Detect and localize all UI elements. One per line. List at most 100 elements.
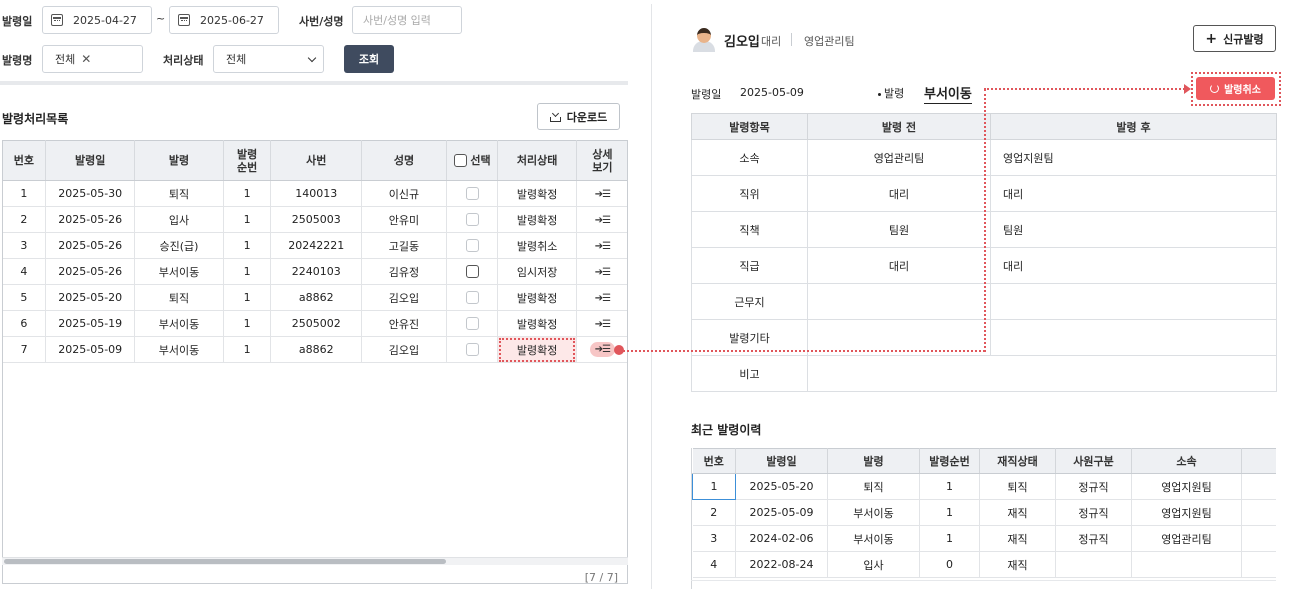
detail-after [990,319,1277,356]
history-row[interactable]: 2 2025-05-09 부서이동 1 재직 정규직 영업지원팀 [692,499,1276,526]
row-checkbox[interactable] [465,343,479,357]
cell-select[interactable] [446,336,499,363]
cell-select[interactable] [446,310,499,337]
cancel-highlight-frame: 발령취소 [1191,72,1281,106]
detail-view-icon[interactable]: ➔☰ [595,189,611,200]
cell-no: 6 [2,310,47,337]
cell-select[interactable] [446,232,499,259]
date-range-separator: ~ [156,12,166,25]
col-header-seq: 발령순번 [919,448,980,474]
cell-kind: 정규직 [1055,473,1132,500]
table-row[interactable]: 3 2025-05-26 승진(급) 1 20242221 고길동 발령취소 ➔… [2,232,628,259]
select-all-checkbox[interactable] [453,154,467,168]
status-filter-label: 처리상태 [163,54,204,67]
cell-no: 1 [2,180,47,207]
cell-select[interactable] [446,206,499,233]
cell-emp-no: a8862 [270,336,363,363]
bullet-icon [878,92,881,96]
cell-status: 발령확정 [497,180,577,207]
detail-item: 소속 [691,139,808,176]
detail-before: 대리 [807,247,991,284]
detail-before [807,283,991,320]
date-filter-label: 발령일 [2,15,33,28]
history-row[interactable]: 1 2025-05-20 퇴직 1 퇴직 정규직 영업지원팀 [692,473,1276,500]
move-detail-panel: 김오입 대리 영업관리팀 + 신규발령 발령일 2025-05-09 발령 부서… [651,4,1296,589]
history-row[interactable]: 4 2022-08-24 입사 0 재직 [692,551,1276,578]
detail-item: 비고 [691,355,808,392]
cell-select[interactable] [446,180,499,207]
filter-divider [0,81,628,85]
detail-view-icon[interactable]: ➔☰ [595,267,611,278]
cell-date: 2025-05-26 [45,258,136,285]
tag-remove-icon[interactable]: ✕ [81,52,91,66]
horizontal-scrollbar[interactable] [2,557,628,565]
history-header-row: 번호 발령일 발령 발령순번 재직상태 사원구분 소속 [692,448,1276,474]
cell-type: 퇴직 [134,180,224,207]
cell-detail[interactable]: ➔☰ [576,180,628,207]
search-button[interactable]: 조회 [344,45,394,73]
cell-no: 7 [1,336,47,363]
calendar-icon[interactable] [178,14,190,26]
detail-view-icon[interactable]: ➔☰ [595,293,611,304]
date-from-field[interactable]: 2025-04-27 [42,6,152,34]
col-header-date: 발령일 [735,448,828,474]
cell-seq: 1 [919,473,980,500]
table-row[interactable]: 1 2025-05-30 퇴직 1 140013 이신규 발령확정 ➔☰ [2,180,628,207]
cell-detail[interactable]: ➔☰ [576,310,628,337]
history-table: 번호 발령일 발령 발령순번 재직상태 사원구분 소속 1 2025-05-20… [692,448,1276,578]
list-header-row: 번호 발령일 발령 발령 순번 사번 성명 선택 처리상태 상세 보기 [2,140,628,181]
calendar-icon[interactable] [51,14,63,26]
cell-seq: 1 [223,180,272,207]
cell-type: 부서이동 [134,258,224,285]
date-to-field[interactable]: 2025-06-27 [169,6,279,34]
col-header-type: 발령 [827,448,920,474]
cell-type: 부서이동 [134,336,224,363]
date-to-value: 2025-06-27 [200,13,264,27]
detail-view-icon[interactable]: ➔☰ [595,215,611,226]
detail-view-icon[interactable]: ➔☰ [595,319,611,330]
history-scrollbar[interactable] [691,580,1276,586]
download-button[interactable]: 다운로드 [537,103,620,130]
table-row[interactable]: 2 2025-05-26 입사 1 2505003 안유미 발령확정 ➔☰ [2,206,628,233]
move-type-multiselect[interactable]: 전체 ✕ [42,45,143,73]
move-filter-label: 발령명 [2,54,33,67]
cell-detail[interactable]: ➔☰ [576,258,628,285]
cell-detail[interactable]: ➔☰ [576,232,628,259]
row-checkbox[interactable] [465,213,479,227]
detail-view-icon[interactable]: ➔☰ [589,342,616,357]
history-row[interactable]: 3 2024-02-06 부서이동 1 재직 정규직 영업관리팀 [692,525,1276,552]
cell-state: 재직 [979,525,1056,552]
cell-dept: 영업지원팀 [1131,499,1242,526]
detail-view-icon[interactable]: ➔☰ [595,241,611,252]
table-row[interactable]: 5 2025-05-20 퇴직 1 a8862 김오입 발령확정 ➔☰ [2,284,628,311]
row-checkbox[interactable] [465,239,479,253]
row-checkbox[interactable] [465,291,479,305]
connector-line [620,350,985,352]
cancel-move-button[interactable]: 발령취소 [1196,77,1275,100]
emp-search-input[interactable]: 사번/성명 입력 [352,6,462,34]
table-row-selected[interactable]: 7 2025-05-09 부서이동 1 a8862 김오입 발령확정 ➔☰ [1,336,628,363]
detail-item: 직책 [691,211,808,248]
employee-rank: 대리 [761,35,782,48]
cell-seq: 1 [223,232,272,259]
avatar [692,26,716,52]
new-move-button[interactable]: + 신규발령 [1193,25,1276,52]
detail-note [807,355,1277,392]
status-select[interactable]: 전체 [213,45,324,73]
row-checkbox[interactable] [465,317,479,331]
cell-type: 퇴직 [827,473,920,500]
row-checkbox[interactable] [465,265,479,279]
col-header-select[interactable]: 선택 [446,140,499,181]
scrollbar-thumb[interactable] [4,559,446,564]
cell-status: 발령확정 [497,284,577,311]
cell-select[interactable] [446,258,499,285]
table-row[interactable]: 4 2025-05-26 부서이동 1 2240103 김유정 임시저장 ➔☰ [2,258,628,285]
cell-detail[interactable]: ➔☰ [576,206,628,233]
row-checkbox[interactable] [465,187,479,201]
table-row[interactable]: 6 2025-05-19 부서이동 1 2505002 안유진 발령확정 ➔☰ [2,310,628,337]
cell-detail[interactable]: ➔☰ [576,284,628,311]
cell-seq: 1 [223,284,272,311]
cell-select[interactable] [446,284,499,311]
cell-seq: 1 [223,310,272,337]
cell-no: 4 [2,258,47,285]
